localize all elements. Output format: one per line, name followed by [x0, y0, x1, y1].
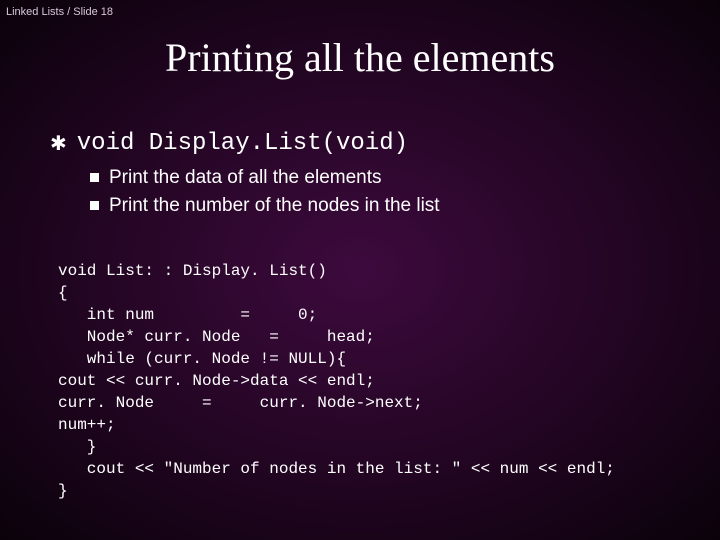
- slide-title: Printing all the elements: [0, 34, 720, 81]
- breadcrumb: Linked Lists / Slide 18: [6, 6, 113, 18]
- outline: ✱ void Display.List(void) Print the data…: [50, 130, 690, 222]
- code-block: void List: : Display. List() { int num =…: [58, 260, 700, 502]
- outline-level1: ✱ void Display.List(void): [50, 130, 690, 158]
- outline-level2-item: Print the data of all the elements: [90, 166, 690, 190]
- square-bullet-icon: [90, 201, 99, 210]
- star-bullet-icon: ✱: [50, 130, 67, 158]
- square-bullet-icon: [90, 173, 99, 182]
- outline-l1-text: void Display.List(void): [77, 130, 408, 158]
- outline-l2-text: Print the number of the nodes in the lis…: [109, 194, 440, 218]
- outline-level2-item: Print the number of the nodes in the lis…: [90, 194, 690, 218]
- outline-l2-text: Print the data of all the elements: [109, 166, 382, 190]
